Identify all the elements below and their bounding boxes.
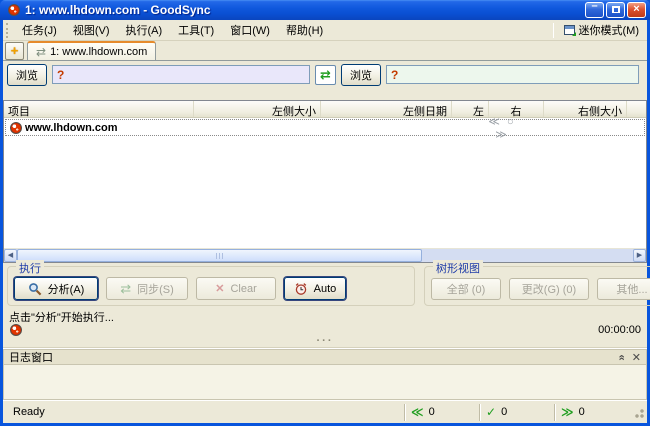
status-goodsync-icon [10,324,22,336]
maximize-button[interactable] [606,2,625,18]
tree-view-group: 树形视图 全部 (0) 更改(G) (0) 其他... [424,260,650,306]
menu-window[interactable]: 窗口(W) [222,19,278,41]
magnifier-icon [28,282,42,295]
scrollbar-thumb[interactable] [17,249,422,262]
statusbar-left-count: ≪ 0 [404,403,479,421]
tree-all-button[interactable]: 全部 (0) [431,277,501,300]
app-logo-icon [8,4,20,16]
minimize-button[interactable]: – [585,0,604,18]
elapsed-time: 00:00:00 [598,324,641,336]
swap-direction-button[interactable]: ⇄ [315,64,336,85]
tree-other-button[interactable]: 其他... [597,277,650,300]
sync-arrows-icon: ⇄ [120,281,132,296]
log-close-icon[interactable]: ✕ [632,351,641,364]
column-left-date[interactable]: 左侧日期 [321,101,452,117]
tab-sync-icon: ⇄ [36,44,47,59]
analyze-button[interactable]: 分析(A) [14,277,98,300]
panel-splitter[interactable]: ··· [3,336,647,348]
spacer [3,88,647,100]
maximize-icon [611,6,620,13]
statusbar-right-count: ≫ 0 [554,403,629,421]
table-row[interactable]: www.lhdown.com ≪ ○ ≫ [5,116,645,141]
menu-action[interactable]: 执行(A) [118,19,171,41]
execute-group: 执行 分析(A) ⇄ 同步(S) ✕ Clear Auto [7,260,415,306]
log-panel-header: 日志窗口 « ✕ [3,349,647,365]
file-list-body: www.lhdown.com ≪ ○ ≫ [4,116,646,248]
log-panel: 日志窗口 « ✕ [3,348,647,400]
right-path-input[interactable] [386,65,639,84]
file-list: 项目 左侧大小 左侧日期 左 右 右侧大小 www.lhdown.com ≪ ○… [3,100,647,263]
clear-x-icon: ✕ [215,283,225,295]
toolbar-separator [552,22,554,38]
column-right-size[interactable]: 右侧大小 [544,101,627,117]
goodsync-window: 1: www.lhdown.com - GoodSync – × 任务(J) 视… [0,0,650,426]
new-job-button[interactable]: + [5,42,24,60]
column-left-size[interactable]: 左侧大小 [194,101,321,117]
log-panel-body[interactable] [3,365,647,400]
log-panel-title: 日志窗口 [9,352,53,364]
left-browse-button[interactable]: 浏览 [7,63,47,86]
title-bar: 1: www.lhdown.com - GoodSync – × [0,0,650,20]
auto-button[interactable]: Auto [284,277,346,300]
clear-button[interactable]: ✕ Clear [196,277,276,300]
window-title: 1: www.lhdown.com - GoodSync [25,3,211,17]
row-goodsync-icon [10,121,22,134]
tab-job-1[interactable]: ⇄ 1: www.lhdown.com [27,41,157,60]
menu-help[interactable]: 帮助(H) [278,19,331,41]
tree-view-group-title: 树形视图 [433,260,483,276]
column-item[interactable]: 项目 [4,101,194,117]
tab-bar: + ⇄ 1: www.lhdown.com [3,41,647,61]
menu-view[interactable]: 视图(V) [65,19,118,41]
menu-tools[interactable]: 工具(T) [170,19,222,41]
mini-mode-button[interactable]: 迷你模式(M) [558,20,646,40]
right-arrows-icon: ≫ [561,405,574,419]
tab-label: 1: www.lhdown.com [50,45,148,58]
sync-paths-row: 浏览 ⇄ 浏览 [3,61,647,88]
checkmark-icon: ✓ [486,405,497,419]
row-name: www.lhdown.com [25,121,118,134]
menu-job[interactable]: 任务(J) [14,19,65,41]
tree-changes-button[interactable]: 更改(G) (0) [509,277,589,300]
mini-mode-label: 迷你模式(M) [578,25,640,37]
menu-bar: 任务(J) 视图(V) 执行(A) 工具(T) 窗口(W) 帮助(H) 迷你模式… [3,20,647,41]
horizontal-scrollbar[interactable]: ◀ ▶ [4,248,646,262]
close-button[interactable]: × [627,2,646,18]
alarm-clock-icon [295,282,306,295]
right-browse-button[interactable]: 浏览 [341,63,381,86]
scroll-right-icon[interactable]: ▶ [633,249,646,262]
file-list-header: 项目 左侧大小 左侧日期 左 右 右侧大小 [4,101,646,118]
execute-group-title: 执行 [16,260,44,276]
resize-grip[interactable] [631,405,645,419]
log-collapse-icon[interactable]: « [614,354,627,360]
left-path-input[interactable] [52,65,310,84]
statusbar-state: Ready [13,406,45,418]
toolbar-grip[interactable] [6,22,10,38]
left-arrows-icon: ≪ [411,405,424,419]
statusbar-synced-count: ✓ 0 [479,403,554,421]
mini-mode-icon [563,25,576,36]
sync-button[interactable]: ⇄ 同步(S) [106,277,188,300]
status-bar: Ready ≪ 0 ✓ 0 ≫ 0 [3,400,647,423]
status-hint: 点击"分析"开始执行... [3,308,647,324]
row-direction-icons[interactable]: ≪ ○ ≫ [480,115,524,141]
lower-panels: 执行 分析(A) ⇄ 同步(S) ✕ Clear Auto 树形视图 全部 (0… [3,260,650,308]
